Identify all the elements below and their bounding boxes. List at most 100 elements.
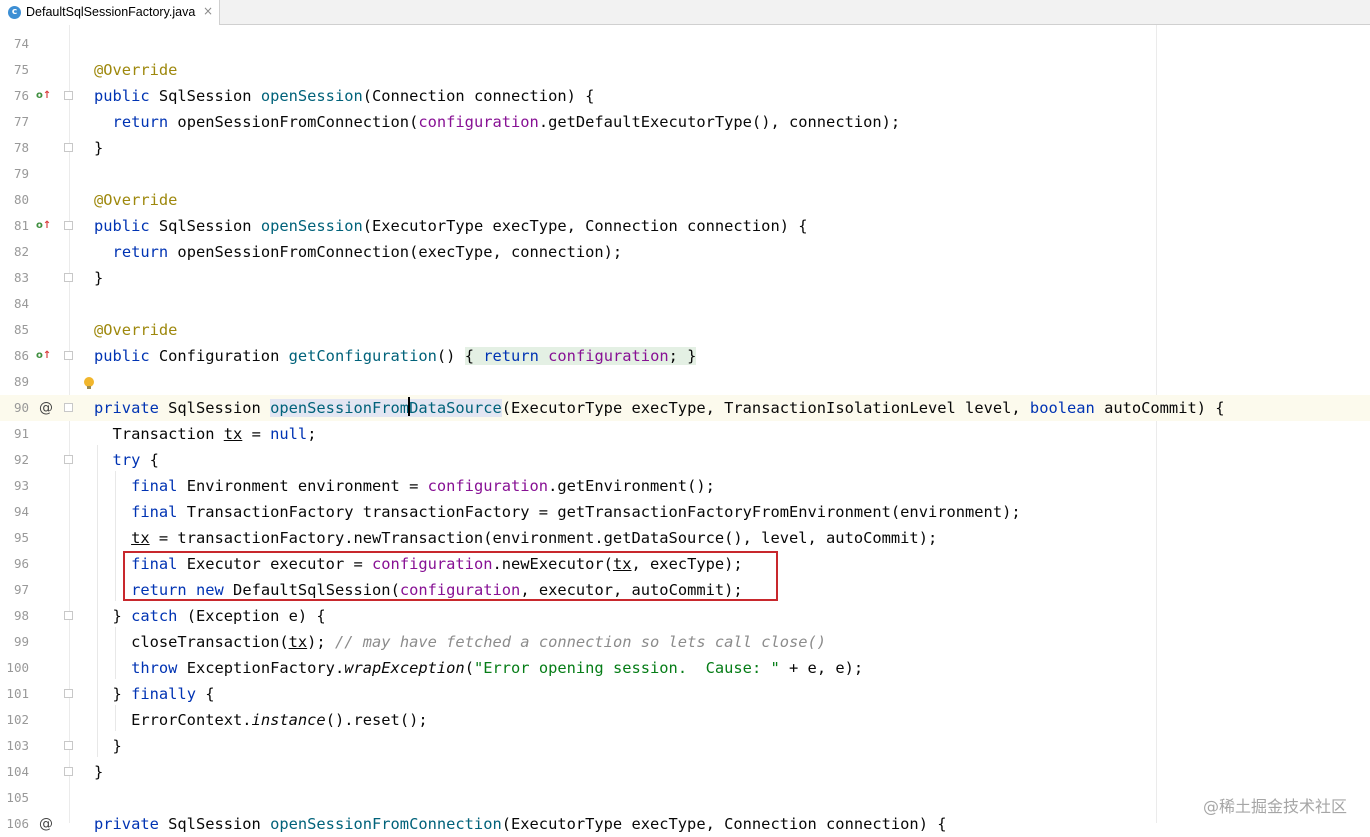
code-line: 101 } finally { xyxy=(0,681,1370,707)
line-number: 86 xyxy=(13,348,29,363)
tab-title: DefaultSqlSessionFactory.java xyxy=(26,5,196,19)
code-line: 81 o↑ public SqlSession openSession(Exec… xyxy=(0,213,1370,239)
override-method-icon[interactable]: o↑ xyxy=(36,350,51,362)
code-line: 92 try { xyxy=(0,447,1370,473)
code-text: ErrorContext.instance().reset(); xyxy=(131,711,428,729)
line-number: 103 xyxy=(6,738,29,753)
line-number: 97 xyxy=(13,582,29,597)
close-tab-icon[interactable]: × xyxy=(203,4,213,19)
code-line: 78 } xyxy=(0,135,1370,161)
line-number: 94 xyxy=(13,504,29,519)
fold-icon[interactable] xyxy=(64,455,73,464)
code-line-current: 90 @ private SqlSession openSessionFromD… xyxy=(0,395,1370,421)
fold-icon[interactable] xyxy=(64,143,73,152)
implements-at-icon[interactable]: @ xyxy=(39,811,53,837)
editor-tab-bar: c DefaultSqlSessionFactory.java × xyxy=(0,0,1370,25)
line-number: 105 xyxy=(6,790,29,805)
code-text: } xyxy=(94,269,104,287)
line-number: 91 xyxy=(13,426,29,441)
code-text: } catch (Exception e) { xyxy=(112,607,326,625)
code-line: 89 xyxy=(0,369,1370,395)
code-line: 95 tx = transactionFactory.newTransactio… xyxy=(0,525,1370,551)
line-number: 96 xyxy=(13,556,29,571)
code-text: @Override xyxy=(94,191,178,209)
folded-region[interactable]: { return configuration; } xyxy=(464,347,697,365)
line-number: 104 xyxy=(6,764,29,779)
override-method-icon[interactable]: o↑ xyxy=(36,220,51,232)
line-number: 84 xyxy=(13,296,29,311)
code-text: public SqlSession openSession(ExecutorTy… xyxy=(94,217,808,235)
code-text: private SqlSession openSessionFromDataSo… xyxy=(94,397,1225,417)
line-number: 95 xyxy=(13,530,29,545)
code-line: 79 xyxy=(0,161,1370,187)
code-text: closeTransaction(tx); // may have fetche… xyxy=(131,633,827,651)
code-line: 74 xyxy=(0,31,1370,57)
line-number: 76 xyxy=(13,88,29,103)
fold-icon[interactable] xyxy=(64,91,73,100)
method-name-highlight: openSessionFromDataSource xyxy=(270,397,502,417)
fold-icon[interactable] xyxy=(64,741,73,750)
code-line: 99 closeTransaction(tx); // may have fet… xyxy=(0,629,1370,655)
override-method-icon[interactable]: o↑ xyxy=(36,90,51,102)
line-number: 101 xyxy=(6,686,29,701)
code-line: 98 } catch (Exception e) { xyxy=(0,603,1370,629)
code-line: 86 o↑ public Configuration getConfigurat… xyxy=(0,343,1370,369)
code-text: } finally { xyxy=(112,685,215,703)
code-text: return openSessionFromConnection(configu… xyxy=(112,113,901,131)
line-number: 102 xyxy=(6,712,29,727)
code-editor[interactable]: 74 75 @Override 76 o↑ public SqlSession … xyxy=(0,31,1370,837)
fold-icon[interactable] xyxy=(64,273,73,282)
code-text: } xyxy=(94,763,104,781)
code-line: 80 @Override xyxy=(0,187,1370,213)
code-text: final TransactionFactory transactionFact… xyxy=(131,503,1021,521)
line-number: 78 xyxy=(13,140,29,155)
code-line: 77 return openSessionFromConnection(conf… xyxy=(0,109,1370,135)
code-text: } xyxy=(112,737,122,755)
code-line: 102 ErrorContext.instance().reset(); xyxy=(0,707,1370,733)
fold-icon[interactable] xyxy=(64,403,73,412)
line-number: 85 xyxy=(13,322,29,337)
line-number: 90 xyxy=(13,400,29,415)
line-number: 93 xyxy=(13,478,29,493)
code-line: 94 final TransactionFactory transactionF… xyxy=(0,499,1370,525)
line-number: 100 xyxy=(6,660,29,675)
code-text: throw ExceptionFactory.wrapException("Er… xyxy=(131,659,864,677)
code-line: 93 final Environment environment = confi… xyxy=(0,473,1370,499)
line-number: 77 xyxy=(13,114,29,129)
code-line: 76 o↑ public SqlSession openSession(Conn… xyxy=(0,83,1370,109)
line-number: 99 xyxy=(13,634,29,649)
code-line: 83 } xyxy=(0,265,1370,291)
code-line: 100 throw ExceptionFactory.wrapException… xyxy=(0,655,1370,681)
code-line: 91 Transaction tx = null; xyxy=(0,421,1370,447)
line-number: 82 xyxy=(13,244,29,259)
line-number: 80 xyxy=(13,192,29,207)
code-line: 84 xyxy=(0,291,1370,317)
implements-at-icon[interactable]: @ xyxy=(39,395,53,421)
fold-icon[interactable] xyxy=(64,767,73,776)
code-text: Transaction tx = null; xyxy=(112,425,317,443)
tab-defaultsqlsessionfactory[interactable]: c DefaultSqlSessionFactory.java × xyxy=(0,0,220,25)
code-text: public Configuration getConfiguration() … xyxy=(94,347,697,365)
line-number: 92 xyxy=(13,452,29,467)
line-number: 79 xyxy=(13,166,29,181)
code-line: 105 xyxy=(0,785,1370,811)
highlight-box xyxy=(123,551,778,601)
code-text: } xyxy=(94,139,104,157)
code-line: 75 @Override xyxy=(0,57,1370,83)
code-line: 103 } xyxy=(0,733,1370,759)
fold-icon[interactable] xyxy=(64,221,73,230)
fold-icon[interactable] xyxy=(64,351,73,360)
line-number: 106 xyxy=(6,816,29,831)
code-text: final Environment environment = configur… xyxy=(131,477,715,495)
line-number: 74 xyxy=(13,36,29,51)
code-text: tx = transactionFactory.newTransaction(e… xyxy=(131,529,938,547)
watermark: @稀土掘金技术社区 xyxy=(1203,797,1348,816)
code-text: return openSessionFromConnection(execTyp… xyxy=(112,243,623,261)
fold-icon[interactable] xyxy=(64,689,73,698)
code-line: 106 @ private SqlSession openSessionFrom… xyxy=(0,811,1370,837)
fold-icon[interactable] xyxy=(64,611,73,620)
code-text: try { xyxy=(112,451,159,469)
lightbulb-icon[interactable] xyxy=(84,377,94,389)
java-class-icon: c xyxy=(8,6,21,19)
code-text: @Override xyxy=(94,61,178,79)
